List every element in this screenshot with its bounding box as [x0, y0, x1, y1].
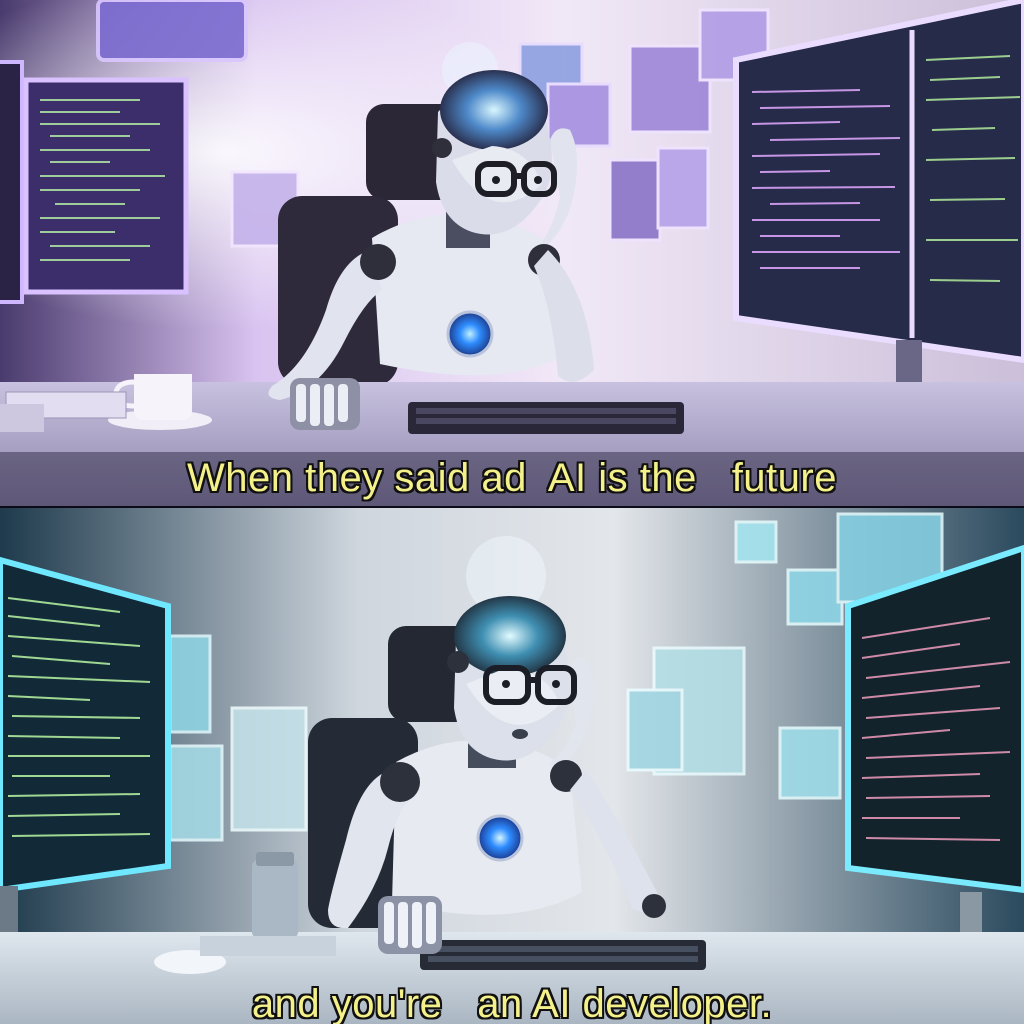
- monitor-left: [0, 60, 189, 304]
- water-bottle: [252, 852, 298, 938]
- keyboard: [408, 402, 684, 434]
- keyboard: [420, 940, 706, 970]
- office-scene-bottom: [0, 508, 1024, 1024]
- office-scene-top: [0, 0, 1024, 508]
- meme-panel-bottom: and you're an AI developer.: [0, 508, 1024, 1024]
- caption-bottom: and you're an AI developer.: [251, 982, 773, 1024]
- notebook: [200, 936, 336, 956]
- meme-panel-top: When they said ad AI is the future: [0, 0, 1024, 508]
- caption-top: When they said ad AI is the future: [187, 456, 837, 500]
